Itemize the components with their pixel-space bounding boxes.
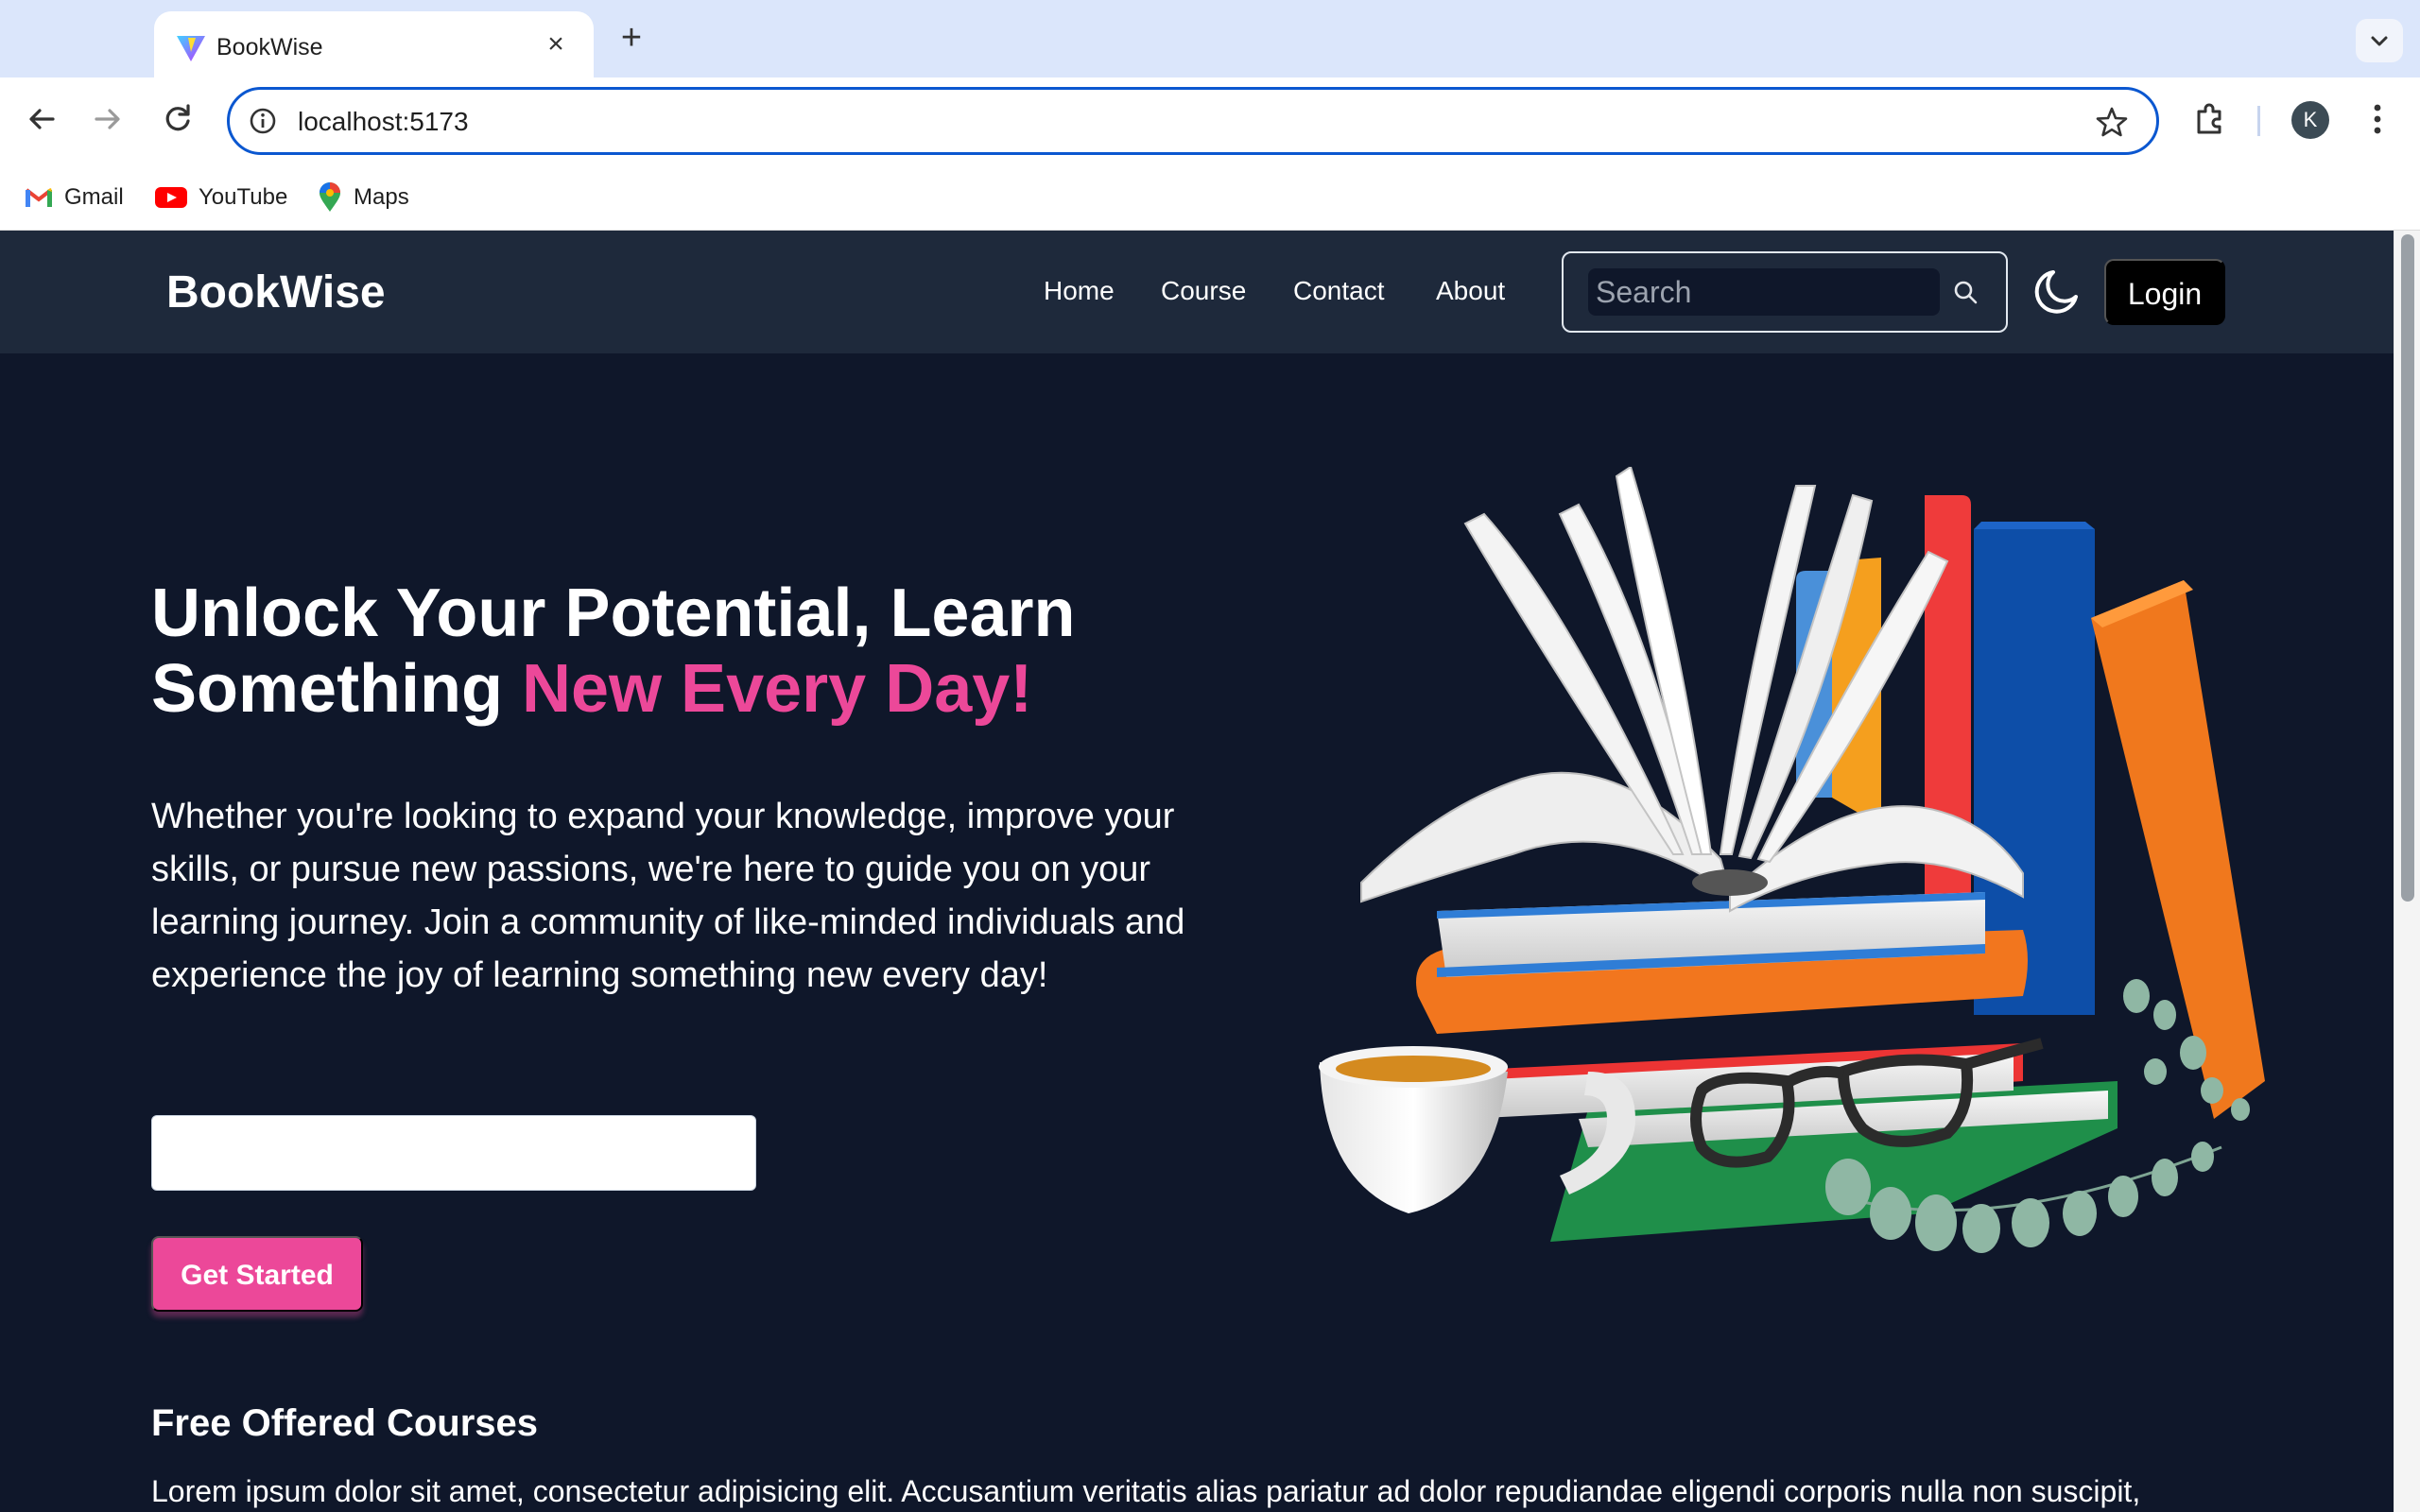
browser-tab[interactable]: BookWise × [154,11,594,77]
forward-icon[interactable] [87,98,129,140]
tab-search-button[interactable] [2356,19,2403,62]
profile-avatar[interactable]: K [2291,101,2329,139]
youtube-icon [155,187,187,208]
browser-toolbar: localhost:5173 K [0,77,2420,164]
login-button[interactable]: Login [2104,259,2225,325]
courses-section-title: Free Offered Courses [151,1402,539,1444]
maps-icon [320,182,340,212]
courses-section-text: Lorem ipsum dolor sit amet, consectetur … [151,1474,2141,1508]
hero-title: Unlock Your Potential, Learn Something N… [151,576,1286,727]
info-icon[interactable] [247,105,279,137]
chevron-down-icon [2371,36,2388,46]
scroll-thumb[interactable] [2401,234,2414,902]
extensions-icon[interactable] [2189,98,2231,140]
nav-course[interactable]: Course [1161,276,1246,306]
gmail-icon [25,188,53,207]
hero-description: Whether you're looking to expand your kn… [151,797,1185,995]
search-input[interactable] [1588,268,1940,316]
get-started-button[interactable]: Get Started [151,1236,363,1312]
kebab-icon[interactable] [2363,98,2392,140]
plus-icon[interactable]: + [613,19,650,57]
nav-home[interactable]: Home [1044,276,1115,306]
toolbar-divider [2257,106,2260,136]
close-icon[interactable]: × [540,28,572,60]
vite-favicon-icon [177,36,205,61]
bookmark-youtube[interactable]: YouTube [155,181,287,214]
back-icon[interactable] [21,98,62,140]
tab-title: BookWise [216,34,323,60]
page-scrollbar[interactable] [2394,231,2420,1512]
bookmark-label: Maps [354,184,409,210]
bookmark-label: YouTube [199,184,288,210]
hero-title-accent: New Every Day! [522,651,1033,727]
site-navbar: BookWise Home Course Contact About Login [0,231,2394,353]
page-viewport: BookWise Home Course Contact About Login… [0,231,2394,1512]
brand-logo[interactable]: BookWise [166,266,386,318]
search-container [1562,251,2008,333]
moon-icon[interactable] [2029,265,2083,319]
bookmark-label: Gmail [64,184,124,210]
address-bar[interactable]: localhost:5173 [227,87,2159,155]
nav-contact[interactable]: Contact [1293,276,1385,306]
books-illustration [1319,467,2265,1253]
search-icon[interactable] [1951,278,1981,308]
star-icon[interactable] [2094,104,2130,140]
bookmark-maps[interactable]: Maps [318,181,409,214]
email-field[interactable] [151,1115,756,1191]
standing-books [1796,495,2265,1119]
book-stack [1416,892,2118,1242]
nav-about[interactable]: About [1436,276,1505,306]
bookmark-gmail[interactable]: Gmail [25,181,124,214]
bookmarks-bar: Gmail YouTube Maps [0,164,2420,231]
url-text[interactable]: localhost:5173 [298,107,469,137]
open-book [1360,467,2024,913]
reload-icon[interactable] [157,98,199,140]
tab-strip: BookWise × + [0,0,2420,77]
